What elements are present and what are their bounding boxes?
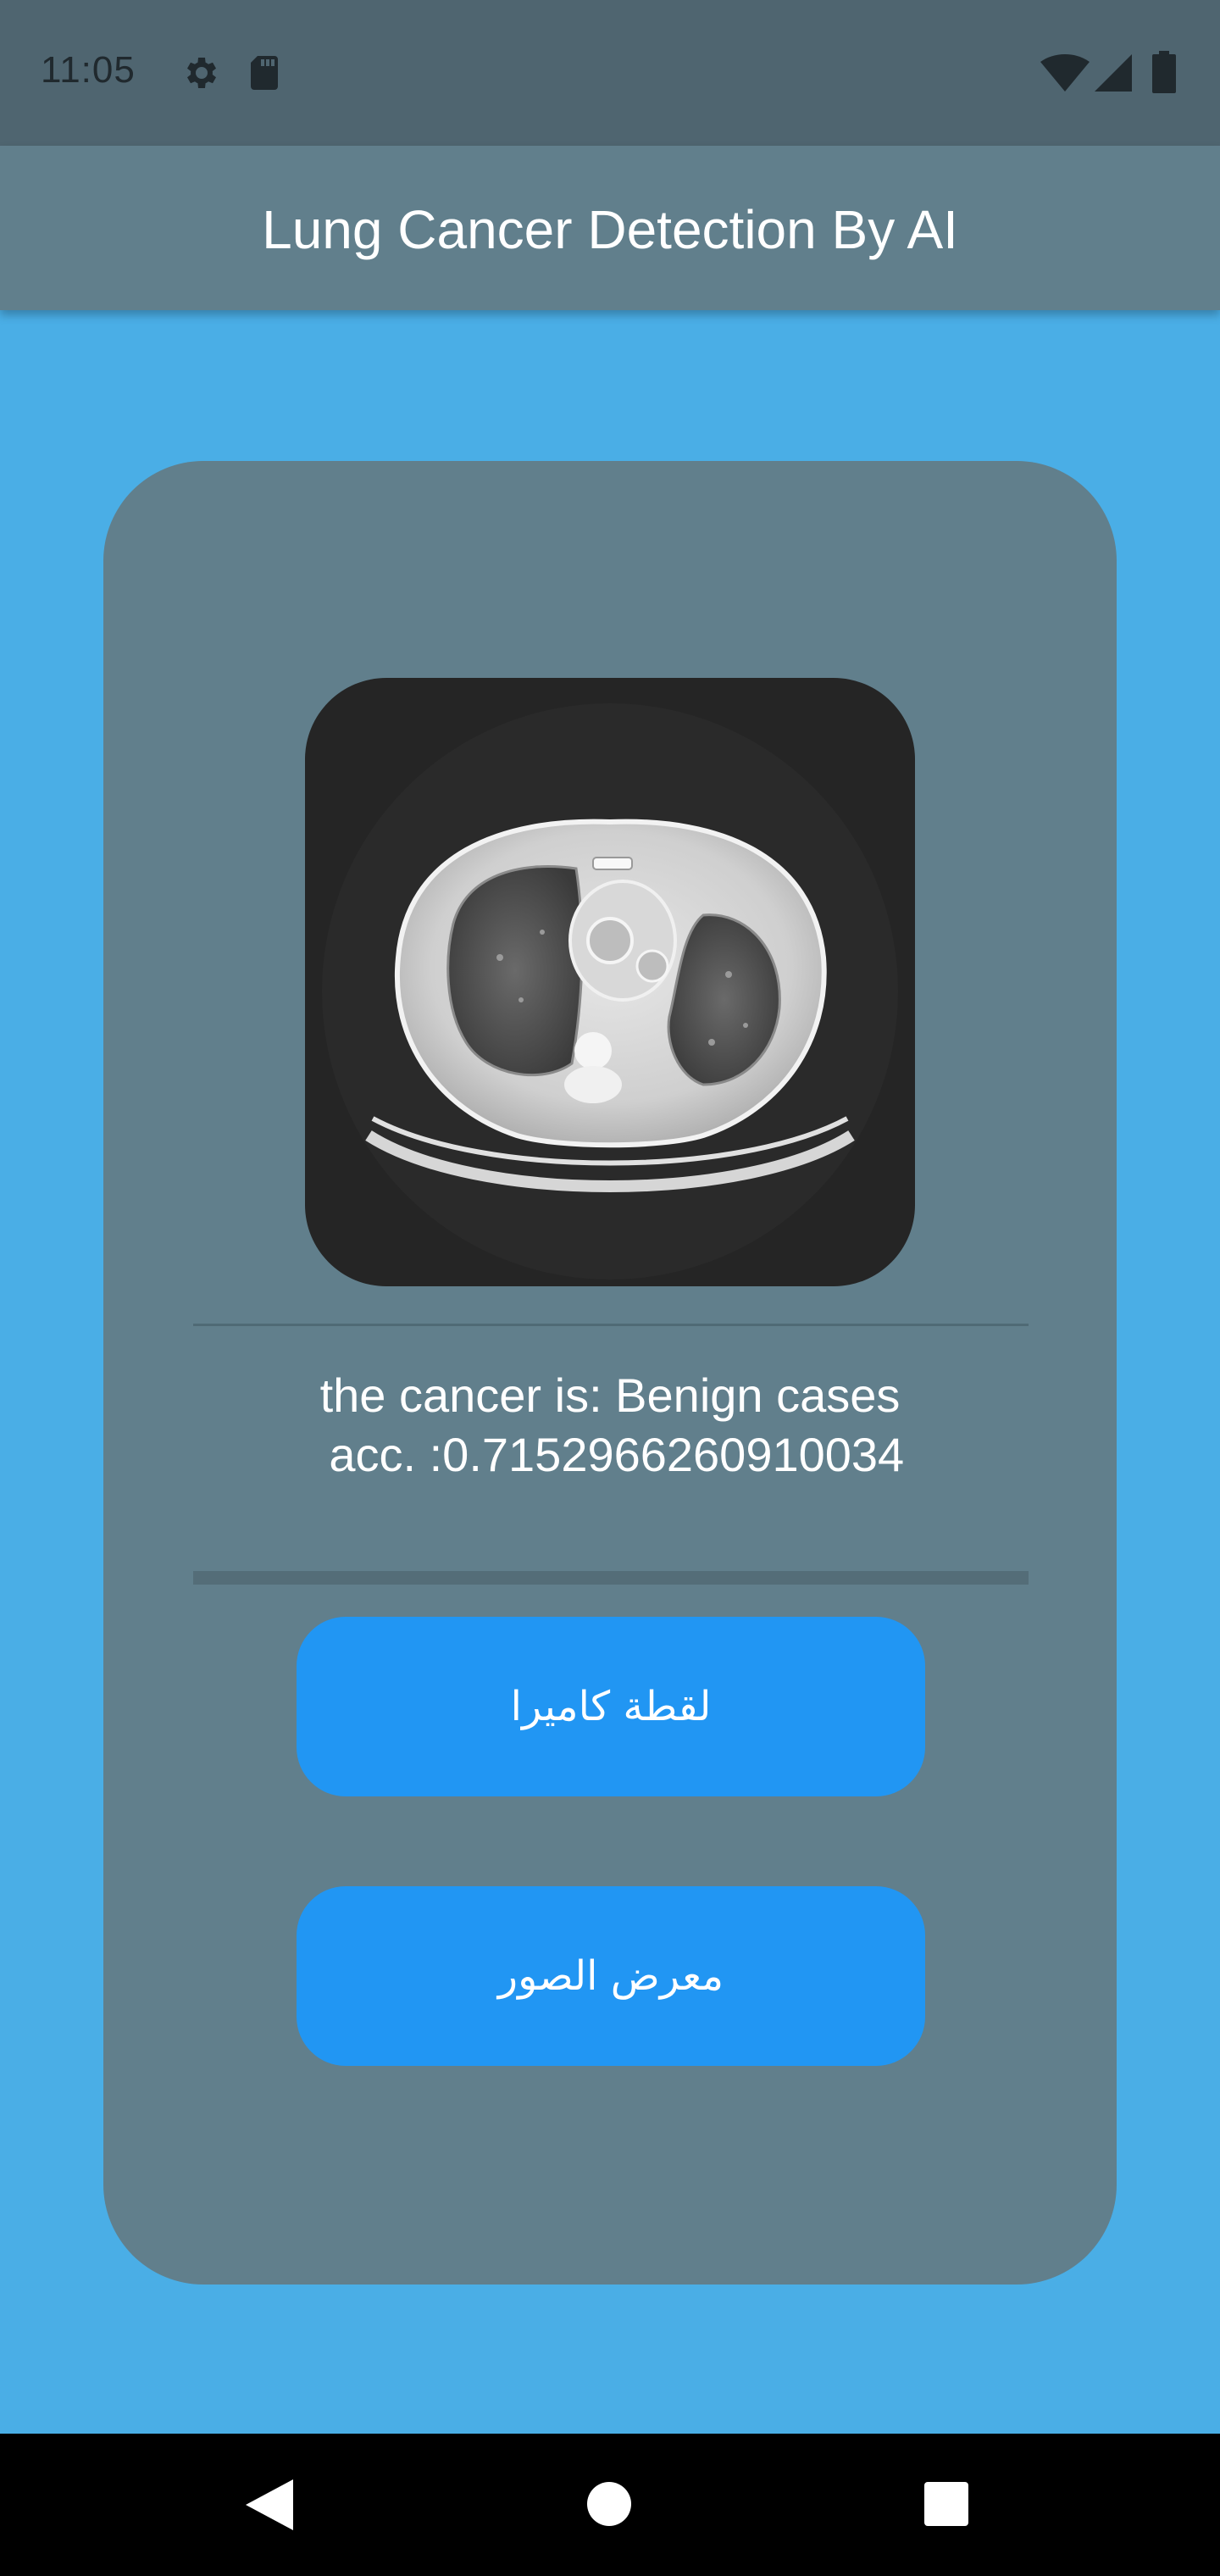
camera-button-label: لقطة كاميرا bbox=[510, 1683, 712, 1730]
camera-button[interactable]: لقطة كاميرا bbox=[297, 1617, 925, 1796]
status-bar: 11:05 bbox=[0, 0, 1220, 146]
recents-icon[interactable] bbox=[923, 2481, 969, 2531]
gallery-button[interactable]: معرض الصور bbox=[297, 1886, 925, 2066]
navigation-bar bbox=[0, 2434, 1220, 2576]
divider-top bbox=[193, 1324, 1029, 1326]
result-text: the cancer is: Benign cases acc. :0.7152… bbox=[319, 1368, 905, 1481]
ct-scan-image bbox=[305, 678, 915, 1286]
gear-icon bbox=[180, 53, 220, 97]
app-bar: Lung Cancer Detection By AI bbox=[0, 146, 1220, 310]
home-icon[interactable] bbox=[586, 2481, 632, 2531]
gallery-button-label: معرض الصور bbox=[497, 1952, 724, 2000]
sd-card-icon bbox=[247, 53, 281, 97]
status-time: 11:05 bbox=[41, 49, 136, 91]
signal-icon bbox=[1095, 54, 1132, 96]
app-title: Lung Cancer Detection By AI bbox=[262, 199, 958, 260]
main-card: the cancer is: Benign cases acc. :0.7152… bbox=[103, 461, 1117, 2285]
divider-bottom bbox=[193, 1571, 1029, 1585]
back-icon[interactable] bbox=[246, 2479, 293, 2534]
battery-icon bbox=[1152, 51, 1176, 97]
wifi-icon bbox=[1040, 54, 1090, 96]
